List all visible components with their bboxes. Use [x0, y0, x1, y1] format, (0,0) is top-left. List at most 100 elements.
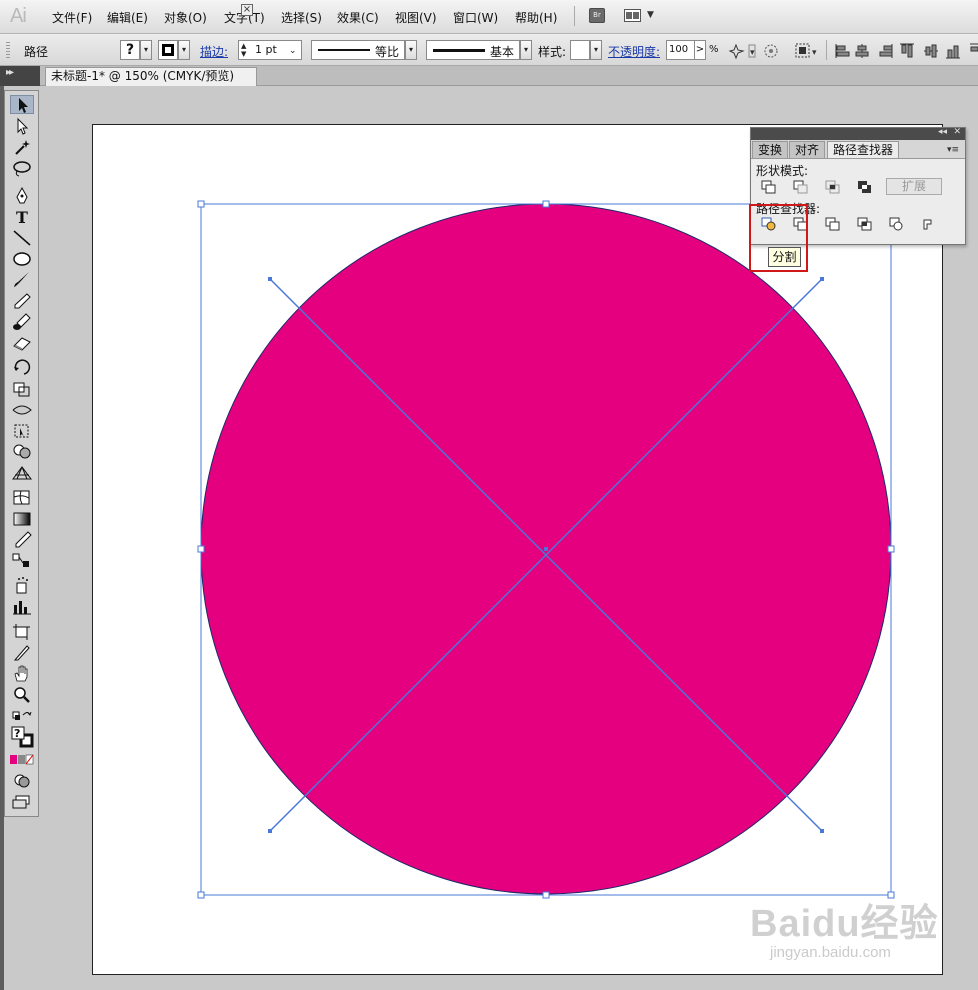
eyedropper-tool-icon[interactable]: [10, 530, 34, 549]
lasso-tool-icon[interactable]: [10, 159, 34, 178]
menu-object[interactable]: 对象(O): [164, 9, 207, 26]
menu-divider: [574, 6, 575, 26]
direct-selection-tool-icon[interactable]: [10, 117, 34, 136]
blend-tool-icon[interactable]: [10, 551, 34, 570]
control-bar-grip[interactable]: [6, 42, 10, 58]
line-segment-tool-icon[interactable]: [10, 228, 34, 247]
recolor-artwork-icon[interactable]: ▾: [728, 42, 758, 60]
merge-icon[interactable]: [825, 217, 841, 231]
perspective-grid-tool-icon[interactable]: [10, 463, 34, 482]
fill-swatch[interactable]: ?: [120, 40, 140, 60]
ellipse-tool-icon[interactable]: [10, 249, 34, 268]
draw-mode-icon[interactable]: [10, 771, 34, 790]
watermark-url: jingyan.baidu.com: [770, 944, 891, 961]
outline-icon[interactable]: [889, 217, 905, 231]
crop-icon[interactable]: [857, 217, 873, 231]
slice-tool-icon[interactable]: [10, 643, 34, 662]
scale-tool-icon[interactable]: [10, 379, 34, 398]
style-dropdown-icon[interactable]: ▾: [590, 40, 602, 60]
magic-wand-tool-icon[interactable]: [10, 138, 34, 157]
align-buttons[interactable]: [834, 42, 978, 60]
object-type-label: 路径: [24, 45, 49, 59]
type-tool-icon[interactable]: T: [10, 207, 34, 226]
opacity-arrow-button[interactable]: >: [694, 40, 706, 60]
menu-help[interactable]: 帮助(H): [515, 9, 557, 26]
screen-mode-icon[interactable]: [10, 792, 34, 811]
shape-builder-tool-icon[interactable]: [10, 442, 34, 461]
align-to-icon[interactable]: ▾: [794, 42, 820, 60]
rotate-tool-icon[interactable]: [10, 358, 34, 377]
exclude-icon[interactable]: [857, 180, 873, 194]
menu-select[interactable]: 选择(S): [281, 9, 322, 26]
opacity-label[interactable]: 不透明度:: [608, 43, 660, 60]
artboard-tool-icon[interactable]: [10, 622, 34, 641]
unite-icon[interactable]: [761, 180, 777, 194]
fill-dropdown-icon[interactable]: ▾: [140, 40, 152, 60]
workspace-caret-icon[interactable]: ▼: [647, 10, 654, 20]
shape-modes-label: 形状模式:: [756, 164, 809, 178]
menu-file[interactable]: 文件(F): [52, 9, 92, 26]
pencil-tool-icon[interactable]: [10, 291, 34, 310]
workspace-switcher-icon[interactable]: [624, 9, 641, 22]
blob-brush-tool-icon[interactable]: [10, 312, 34, 331]
tab-align[interactable]: 对齐: [789, 141, 826, 159]
color-mode-icons[interactable]: [10, 753, 34, 766]
free-transform-tool-icon[interactable]: [10, 421, 34, 440]
svg-text:▾: ▾: [812, 48, 817, 58]
gradient-tool-icon[interactable]: [10, 509, 34, 528]
width-tool-icon[interactable]: [10, 400, 34, 419]
panel-menu-icon[interactable]: ▾≡: [947, 145, 959, 155]
column-graph-tool-icon[interactable]: [10, 597, 34, 616]
style-swatch[interactable]: [570, 40, 590, 60]
menu-effect[interactable]: 效果(C): [337, 9, 379, 26]
tab-pathfinder[interactable]: 路径查找器: [827, 141, 900, 159]
menu-window[interactable]: 窗口(W): [453, 9, 498, 26]
toolbar-header[interactable]: ▸▸: [0, 66, 40, 86]
stroke-dropdown-icon[interactable]: ▾: [178, 40, 190, 60]
brush-definition[interactable]: 基本: [426, 40, 520, 60]
close-icon[interactable]: ✕: [953, 127, 961, 137]
brush-dropdown-icon[interactable]: ▾: [520, 40, 532, 60]
intersect-icon[interactable]: [825, 180, 841, 194]
close-icon[interactable]: ×: [241, 4, 253, 16]
opacity-field[interactable]: 100: [666, 40, 696, 60]
brush-label: 基本: [490, 45, 515, 59]
paintbrush-tool-icon[interactable]: [10, 270, 34, 289]
stroke-stepper-icon[interactable]: ▲ ▼: [241, 42, 246, 58]
eraser-tool-icon[interactable]: [10, 333, 34, 352]
stroke-swatch[interactable]: [158, 40, 178, 60]
artwork[interactable]: [93, 125, 944, 976]
menu-view[interactable]: 视图(V): [395, 9, 437, 26]
transform-options-icon[interactable]: [762, 42, 784, 60]
variable-width-dropdown-icon[interactable]: ▾: [405, 40, 417, 60]
fill-stroke-swatch-icon[interactable]: ?: [10, 725, 34, 749]
divide-tooltip: 分割: [768, 247, 801, 267]
watermark-brand: Baidu经验: [750, 903, 939, 945]
stroke-label[interactable]: 描边:: [200, 43, 228, 60]
control-bar: 路径 ? ▾ ▾ 描边: 1 pt ▲ ▼ ⌄ 等比 ▾ 基本 ▾ 样式: ▾ 不…: [0, 34, 978, 66]
svg-text:▾: ▾: [750, 48, 755, 58]
zoom-tool-icon[interactable]: [10, 685, 34, 704]
mesh-tool-icon[interactable]: [10, 488, 34, 507]
menu-bar: Ai 文件(F) 编辑(E) 对象(O) 文字(T) 选择(S) 效果(C) 视…: [0, 0, 978, 34]
expand-button[interactable]: 扩展: [886, 178, 942, 195]
panel-titlebar[interactable]: ◂◂ ✕: [751, 127, 965, 140]
variable-width-profile[interactable]: 等比: [311, 40, 405, 60]
pen-tool-icon[interactable]: [10, 186, 34, 205]
minus-back-icon[interactable]: [921, 217, 937, 231]
selection-tool-icon[interactable]: [10, 95, 34, 114]
tools-panel: T ?: [4, 90, 39, 817]
stroke-weight-caret-icon[interactable]: ⌄: [289, 46, 297, 56]
symbol-sprayer-tool-icon[interactable]: [10, 576, 34, 595]
artboard[interactable]: [92, 124, 943, 975]
default-fill-stroke-icon[interactable]: [10, 707, 34, 726]
variable-width-label: 等比: [375, 45, 400, 59]
svg-text:T: T: [16, 208, 28, 226]
tab-transform[interactable]: 变换: [752, 141, 789, 159]
document-tab[interactable]: 未标题-1* @ 150% (CMYK/预览): [45, 67, 257, 86]
menu-edit[interactable]: 编辑(E): [107, 9, 148, 26]
minus-front-icon[interactable]: [793, 180, 809, 194]
hand-tool-icon[interactable]: [10, 664, 34, 683]
collapse-icon[interactable]: ◂◂: [938, 127, 947, 137]
bridge-button[interactable]: Br: [589, 8, 605, 23]
